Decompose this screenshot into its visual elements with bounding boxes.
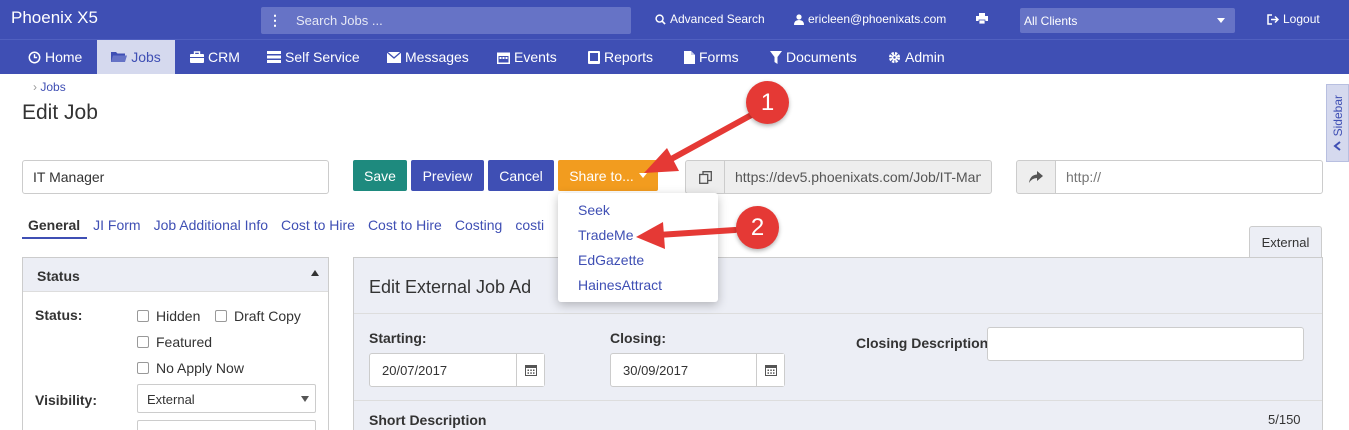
annotation-arrow-1 bbox=[644, 110, 758, 173]
annotation-arrow-2 bbox=[636, 222, 738, 249]
annotation-badge-2: 2 bbox=[736, 206, 779, 249]
annotation-arrows bbox=[636, 110, 758, 249]
annotation-badge-1: 1 bbox=[746, 81, 789, 124]
